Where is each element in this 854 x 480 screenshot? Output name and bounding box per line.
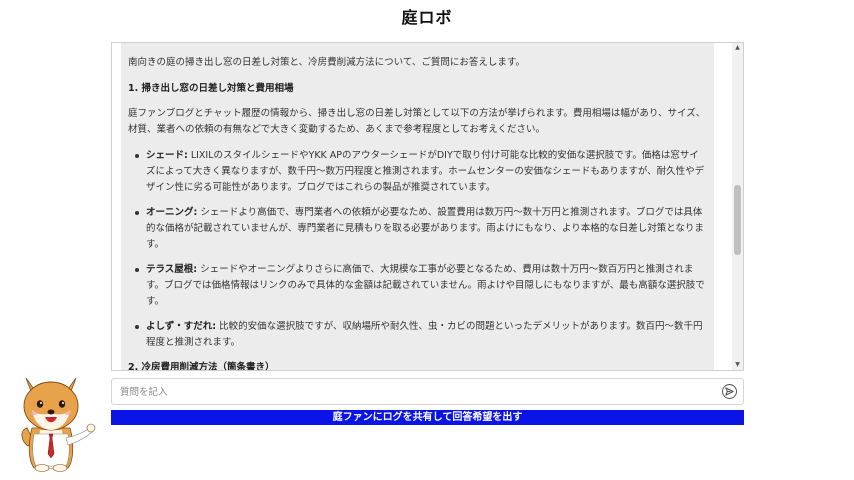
question-input-box[interactable]	[111, 378, 744, 405]
item-term: オーニング:	[146, 207, 198, 218]
item-text: 比較的安価な選択肢ですが、収納場所や耐久性、虫・カビの問題といったデメリットがあ…	[146, 321, 703, 348]
item-term: シェード:	[146, 150, 188, 161]
scroll-down-arrow-icon[interactable]: ▼	[732, 360, 743, 370]
page-title: 庭ロボ	[401, 8, 453, 27]
scroll-thumb[interactable]	[734, 185, 741, 255]
item-term: テラス屋根:	[146, 264, 198, 275]
question-input[interactable]	[118, 383, 712, 402]
send-button[interactable]	[722, 384, 737, 399]
section-heading-2: 2. 冷房費用削減方法（箇条書き）	[128, 362, 275, 370]
item-text: シェードより高価で、専門業者への依頼が必要なため、設置費用は数万円～数十万円と推…	[146, 207, 704, 250]
send-icon	[725, 387, 734, 396]
list-item: テラス屋根: シェードやオーニングよりさらに高価で、大規模な工事が必要となるため…	[135, 262, 706, 310]
item-text: LIXILのスタイルシェードやYKK APのアウターシェードがDIYで取り付け可…	[146, 150, 705, 193]
item-text: シェードやオーニングよりさらに高価で、大規模な工事が必要となるため、費用は数十万…	[146, 264, 705, 307]
section-heading-1: 1. 掃き出し窓の日差し対策と費用相場	[128, 83, 294, 94]
share-log-request-button[interactable]: 庭ファンにログを共有して回答希望を出す	[111, 410, 744, 425]
chat-answer: 南向きの庭の掃き出し窓の日差し対策と、冷房費削減方法について、ご質問にお答えしま…	[121, 43, 714, 370]
list-item: よしず・すだれ: 比較的安価な選択肢ですが、収納場所や耐久性、虫・カビの問題とい…	[135, 319, 706, 351]
chat-panel: 南向きの庭の掃き出し窓の日差し対策と、冷房費削減方法について、ご質問にお答えしま…	[111, 42, 744, 371]
answer-intro: 南向きの庭の掃き出し窓の日差し対策と、冷房費削減方法について、ご質問にお答えしま…	[128, 57, 525, 68]
chat-scrollbar[interactable]: ▲ ▼	[732, 43, 743, 370]
list-item: シェード: LIXILのスタイルシェードやYKK APのアウターシェードがDIY…	[135, 148, 706, 196]
section-intro-1: 庭ファンブログとチャット履歴の情報から、掃き出し窓の日差し対策として以下の方法が…	[128, 108, 706, 135]
item-term: よしず・すだれ:	[146, 321, 217, 332]
shiba-dog-mascot-icon	[21, 377, 96, 472]
measure-list: シェード: LIXILのスタイルシェードやYKK APのアウターシェードがDIY…	[128, 148, 706, 351]
list-item: オーニング: シェードより高価で、専門業者への依頼が必要なため、設置費用は数万円…	[135, 205, 706, 253]
scroll-up-arrow-icon[interactable]: ▲	[732, 43, 743, 53]
